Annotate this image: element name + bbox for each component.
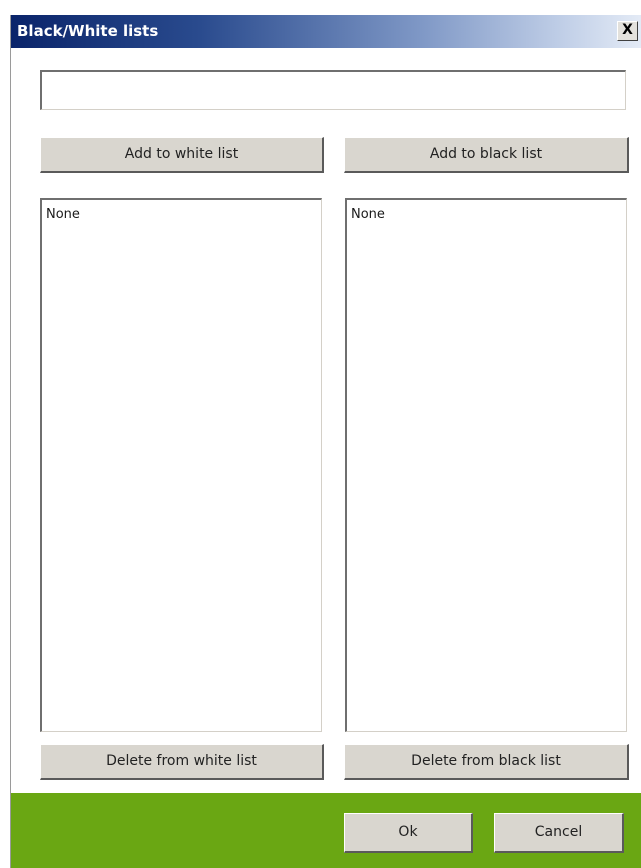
add-to-black-list-button[interactable]: Add to black list <box>344 137 629 173</box>
black-list-box[interactable]: None <box>345 198 627 732</box>
delete-from-black-list-button[interactable]: Delete from black list <box>344 744 629 780</box>
black-white-lists-dialog: Black/White lists X Add to white list Ad… <box>10 15 641 868</box>
ok-button[interactable]: Ok <box>344 813 473 853</box>
titlebar: Black/White lists X <box>11 15 641 48</box>
white-list-item[interactable]: None <box>42 200 321 222</box>
entry-input[interactable] <box>40 70 626 110</box>
delete-from-white-list-button[interactable]: Delete from white list <box>40 744 324 780</box>
dialog-title: Black/White lists <box>17 22 159 40</box>
white-list-box[interactable]: None <box>40 198 322 732</box>
cancel-button[interactable]: Cancel <box>494 813 624 853</box>
black-list-item[interactable]: None <box>347 200 626 222</box>
close-button[interactable]: X <box>617 21 638 41</box>
add-to-white-list-button[interactable]: Add to white list <box>40 137 324 173</box>
close-icon: X <box>622 22 633 38</box>
